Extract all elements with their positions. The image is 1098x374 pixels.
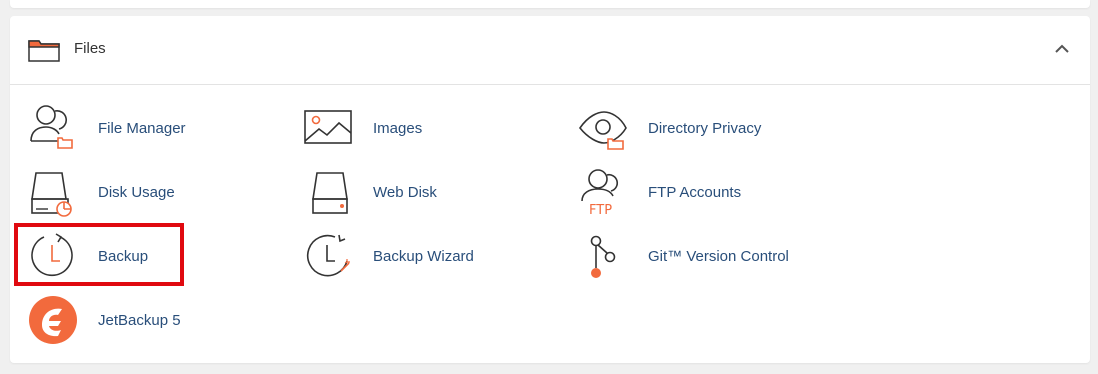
files-panel: Files File Manager Images Directory Priv	[10, 16, 1090, 363]
ftp-accounts-icon: FTP	[581, 169, 619, 217]
web-disk-icon	[312, 172, 348, 214]
directory-privacy-label: Directory Privacy	[648, 120, 762, 137]
web-disk-link[interactable]: Web Disk	[303, 167, 543, 219]
panel-title: Files	[74, 40, 106, 57]
jetbackup-icon	[29, 296, 77, 344]
file-manager-label: File Manager	[98, 120, 186, 137]
images-link[interactable]: Images	[303, 103, 543, 155]
git-version-control-link[interactable]: Git™ Version Control	[578, 231, 838, 283]
disk-usage-label: Disk Usage	[98, 184, 175, 201]
backup-highlight-box	[14, 223, 184, 286]
ftp-accounts-label: FTP Accounts	[648, 184, 742, 201]
backup-wizard-link[interactable]: Backup Wizard	[303, 231, 543, 283]
svg-text:FTP: FTP	[589, 203, 612, 217]
backup-wizard-icon	[307, 234, 350, 277]
files-panel-header[interactable]: Files	[10, 16, 1090, 85]
git-icon	[590, 235, 616, 278]
git-version-control-label: Git™ Version Control	[648, 248, 789, 265]
images-label: Images	[373, 120, 423, 137]
ftp-accounts-link[interactable]: FTP FTP Accounts	[578, 167, 838, 219]
disk-usage-link[interactable]: Disk Usage	[28, 167, 268, 219]
web-disk-label: Web Disk	[373, 184, 437, 201]
disk-usage-icon	[31, 172, 72, 217]
directory-privacy-link[interactable]: Directory Privacy	[578, 103, 838, 155]
jetbackup-link[interactable]: JetBackup 5	[28, 295, 268, 347]
images-icon	[304, 110, 352, 144]
file-manager-link[interactable]: File Manager	[28, 103, 268, 155]
previous-panel-edge	[10, 0, 1090, 8]
chevron-up-icon[interactable]	[1054, 44, 1070, 54]
backup-wizard-label: Backup Wizard	[373, 248, 474, 265]
file-manager-icon	[30, 105, 73, 149]
directory-privacy-icon	[579, 111, 627, 150]
folder-icon	[28, 40, 60, 62]
jetbackup-label: JetBackup 5	[98, 312, 181, 329]
